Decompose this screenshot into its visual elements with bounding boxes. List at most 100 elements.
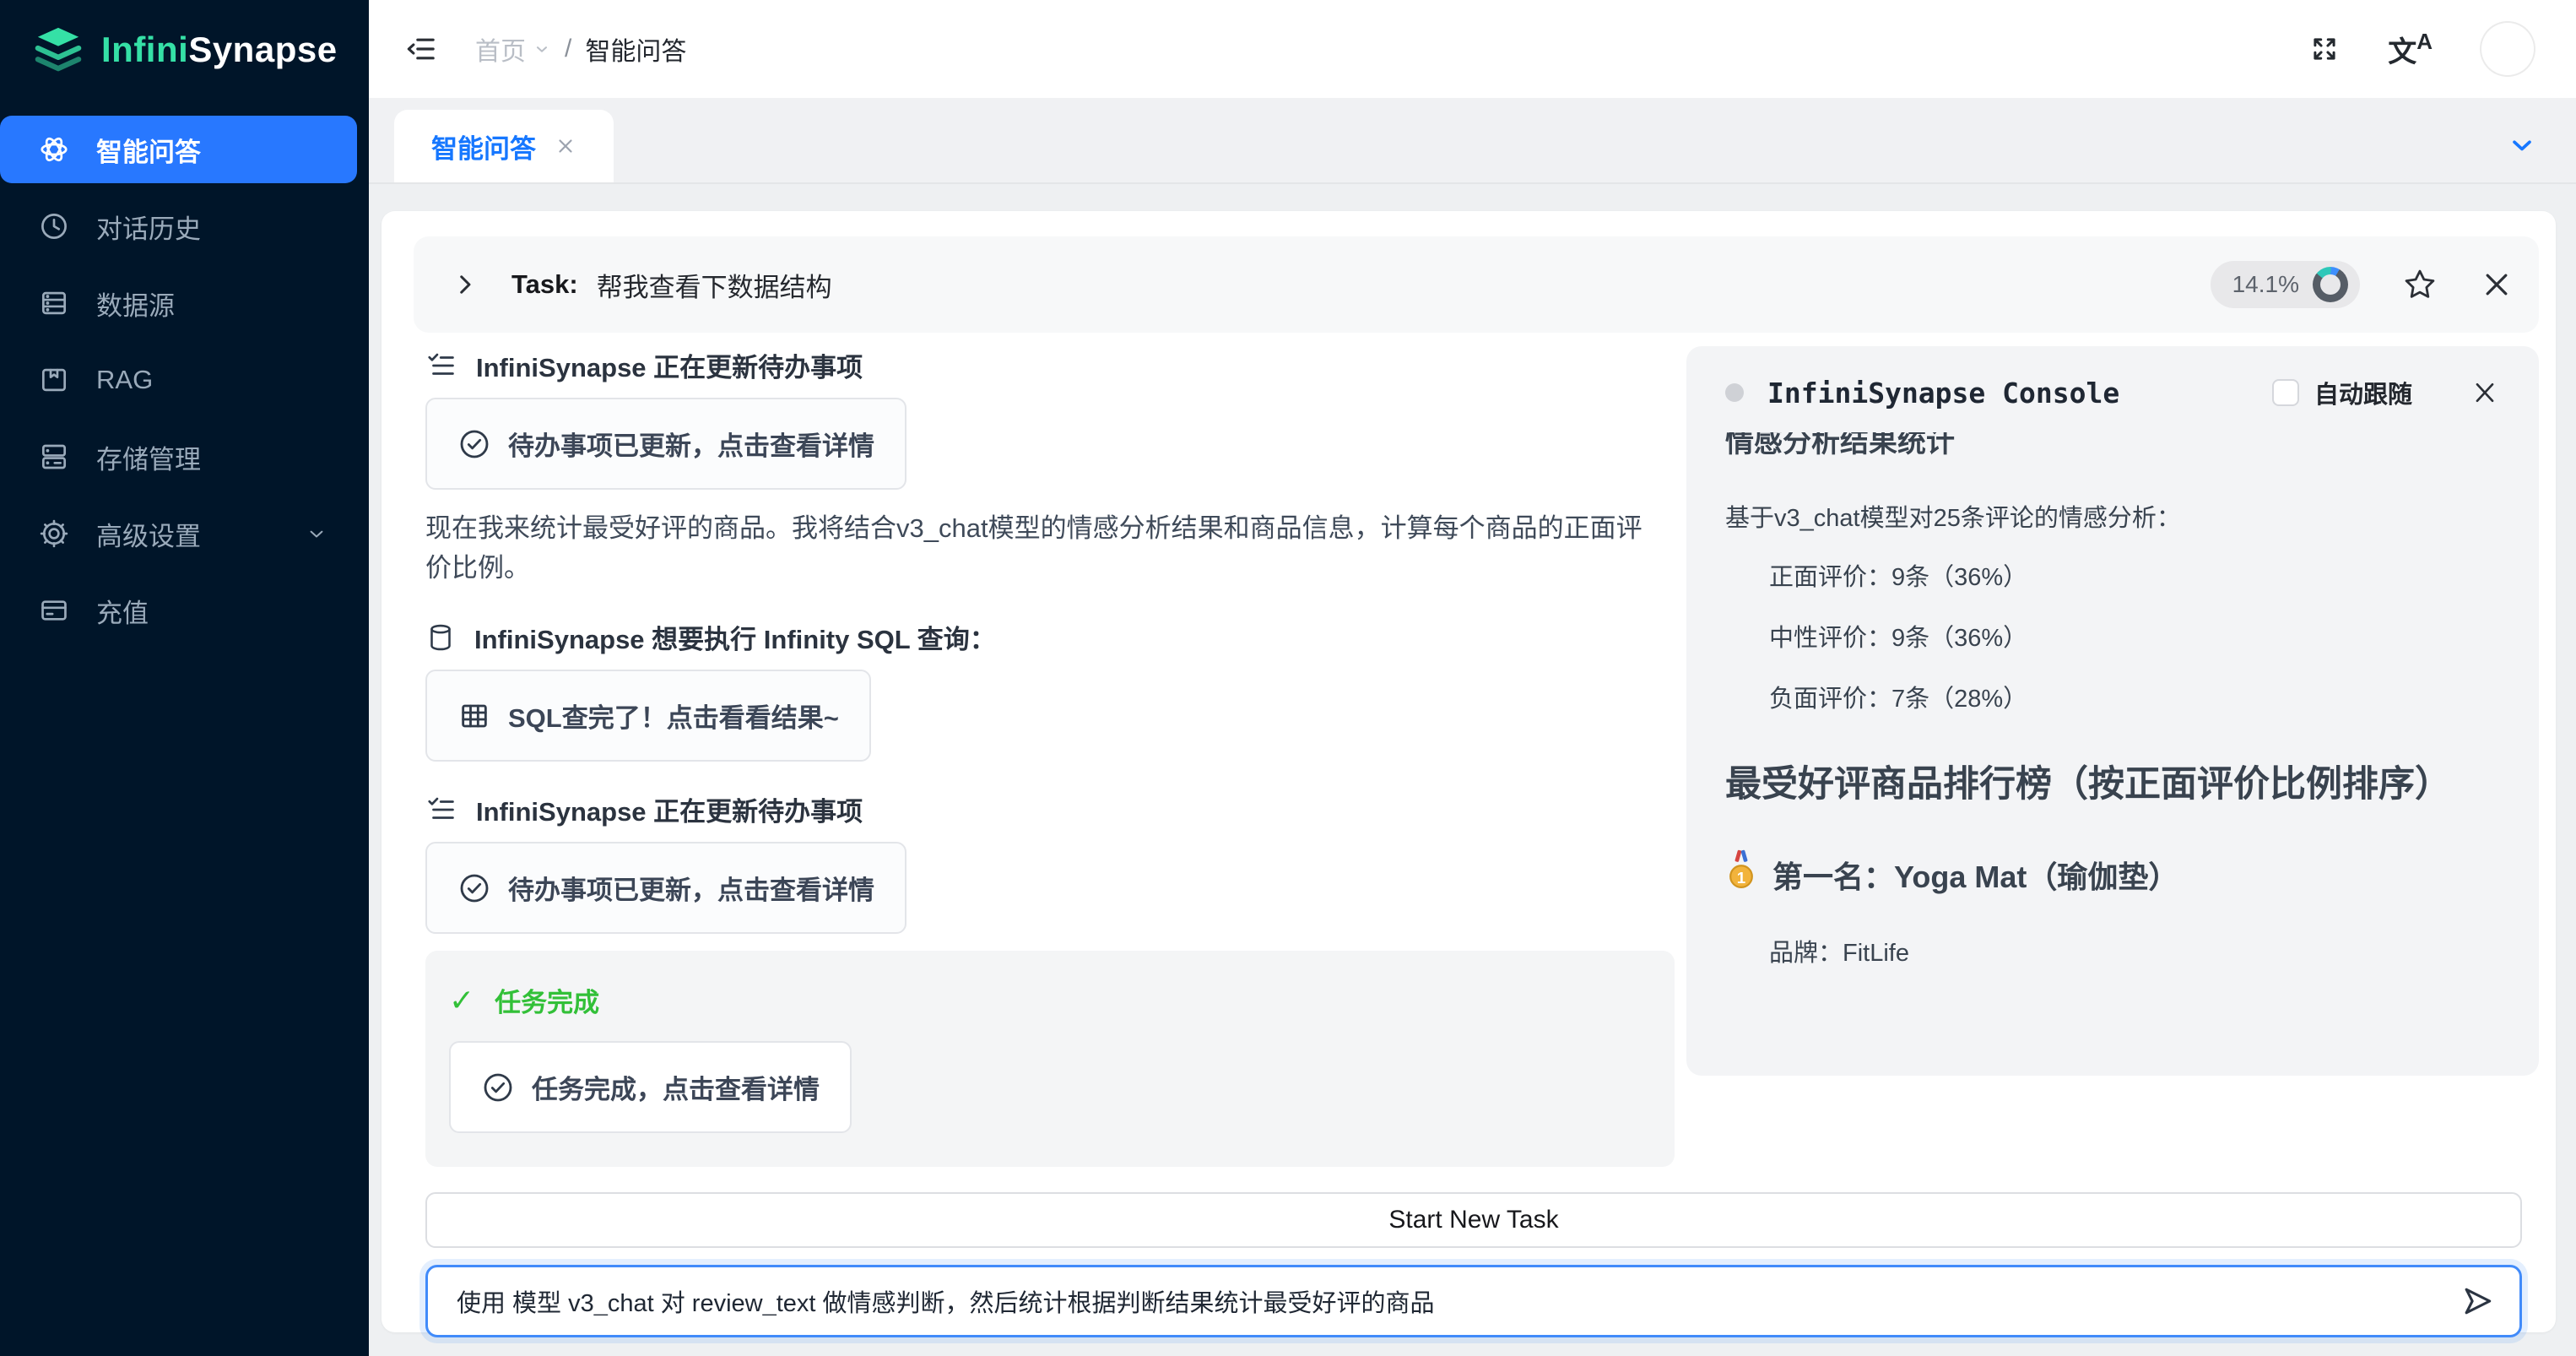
task-expand-caret-icon[interactable]: [451, 270, 479, 299]
breadcrumb-separator: /: [565, 35, 571, 63]
ranking-heading: 最受好评商品排行榜（按正面评价比例排序）: [1725, 760, 2500, 809]
chat-step-todo-1: InfiniSynapse 正在更新待办事项: [425, 346, 1675, 384]
todo-updated-button-1[interactable]: 待办事项已更新，点击查看详情: [425, 398, 906, 490]
clipped-heading-wrap: 情感分析结果统计: [1725, 432, 2500, 469]
console-close-icon[interactable]: [2470, 377, 2500, 408]
chat-step-sql: InfiniSynapse 想要执行 Infinity SQL 查询：: [425, 618, 1675, 656]
breadcrumb: 首页 / 智能问答: [475, 30, 686, 68]
task-title: 帮我查看下数据结构: [597, 266, 832, 304]
sidebar-item-label: RAG: [96, 365, 153, 395]
chat-step-text: InfiniSynapse 想要执行 Infinity SQL 查询：: [474, 618, 996, 656]
sidebar-item-label: 存储管理: [96, 438, 201, 476]
green-check-icon: ✓: [449, 983, 474, 1018]
auto-follow-toggle[interactable]: 自动跟随: [2272, 375, 2412, 410]
card-icon: [37, 594, 71, 627]
task-progress-value: 14.1%: [2232, 271, 2299, 298]
task-complete-label: 任务完成: [495, 981, 599, 1019]
brand-line: 品牌：FitLife: [1725, 933, 2500, 968]
progress-donut-icon: [2313, 267, 2348, 302]
chevron-down-icon: [305, 522, 328, 545]
tab-bar: 智能问答: [369, 98, 2576, 184]
start-new-task-button[interactable]: Start New Task: [425, 1192, 2522, 1248]
ai-chat-icon: [37, 133, 71, 166]
sidebar-item-label: 高级设置: [96, 515, 201, 553]
table-icon: [457, 699, 491, 733]
todo-updated-button-2[interactable]: 待办事项已更新，点击查看详情: [425, 842, 906, 934]
gear-icon: [37, 517, 71, 551]
gold-medal-icon: 1: [1725, 849, 1757, 899]
chat-step-text: InfiniSynapse 正在更新待办事项: [476, 790, 863, 828]
checklist-icon: [425, 794, 457, 826]
chevron-down-icon: [533, 40, 551, 58]
task-complete-detail-button[interactable]: 任务完成，点击查看详情: [449, 1041, 852, 1133]
sidebar: InfiniSynapse 智能问答 对话历史: [0, 0, 369, 1356]
avatar[interactable]: [2480, 21, 2535, 77]
sidebar-item-settings[interactable]: 高级设置: [0, 500, 357, 567]
send-icon[interactable]: [2459, 1283, 2496, 1320]
app-root: InfiniSynapse 智能问答 对话历史: [0, 0, 2576, 1356]
checklist-icon: [425, 350, 457, 382]
console-header: InfiniSynapse Console 自动跟随: [1725, 375, 2500, 410]
breadcrumb-current: 智能问答: [585, 30, 686, 68]
sidebar-item-label: 对话历史: [96, 208, 201, 246]
content-area: Task: 帮我查看下数据结构 14.1%: [369, 184, 2576, 1356]
sidebar-item-rag[interactable]: RAG: [0, 346, 357, 414]
sidebar-item-history[interactable]: 对话历史: [0, 193, 357, 260]
auto-follow-checkbox[interactable]: [2272, 379, 2299, 406]
sentiment-stats-heading: 情感分析结果统计: [1725, 432, 2500, 460]
topbar: 首页 / 智能问答 文A: [369, 0, 2576, 98]
status-dot-icon: [1725, 383, 1744, 402]
sidebar-item-recharge[interactable]: 充值: [0, 577, 357, 644]
sidebar-collapse-icon[interactable]: [404, 32, 438, 66]
chat-transcript: InfiniSynapse 正在更新待办事项 待办事项已更新，点击查看详情 现在…: [414, 346, 1675, 1167]
assistant-message: 现在我来统计最受好评的商品。我将结合v3_chat模型的情感分析结果和商品信息，…: [425, 508, 1658, 588]
chat-step-text: InfiniSynapse 正在更新待办事项: [476, 346, 863, 384]
clock-icon: [37, 209, 71, 243]
chat-step-todo-2: InfiniSynapse 正在更新待办事项: [425, 790, 1675, 828]
auto-follow-label: 自动跟随: [2314, 375, 2412, 410]
sidebar-item-label: 智能问答: [96, 131, 201, 169]
sidebar-item-label: 数据源: [96, 285, 175, 323]
breadcrumb-home[interactable]: 首页: [475, 30, 551, 68]
sidebar-item-ai-chat[interactable]: 智能问答: [0, 116, 357, 183]
tab-ai-chat[interactable]: 智能问答: [394, 110, 614, 182]
tab-label: 智能问答: [431, 127, 536, 165]
package-icon: [37, 363, 71, 397]
sidebar-item-datasource[interactable]: 数据源: [0, 269, 357, 337]
translate-icon[interactable]: 文A: [2388, 29, 2433, 70]
task-progress-badge: 14.1%: [2211, 261, 2360, 308]
storage-icon: [37, 440, 71, 474]
task-complete-block: ✓ 任务完成 任务完成，点击查看详情: [425, 951, 1675, 1167]
sentiment-intro: 基于v3_chat模型对25条评论的情感分析：: [1725, 498, 2500, 534]
check-circle-icon: [457, 427, 491, 461]
console-output: 情感分析结果统计 基于v3_chat模型对25条评论的情感分析： 正面评价：9条…: [1725, 432, 2500, 968]
task-label: Task:: [511, 269, 578, 300]
work-row: InfiniSynapse 正在更新待办事项 待办事项已更新，点击查看详情 现在…: [414, 346, 2539, 1167]
check-circle-icon: [457, 871, 491, 905]
fullscreen-icon[interactable]: [2308, 33, 2341, 65]
message-input[interactable]: [457, 1288, 2442, 1315]
sidebar-menu: 智能问答 对话历史 数据源 RAG: [0, 100, 369, 644]
message-input-wrap: [425, 1265, 2522, 1337]
console-panel: InfiniSynapse Console 自动跟随 情感分析结: [1686, 346, 2539, 1076]
check-circle-icon: [481, 1071, 515, 1104]
logo-icon: [34, 24, 83, 77]
task-close-icon[interactable]: [2480, 268, 2514, 301]
task-header: Task: 帮我查看下数据结构 14.1%: [414, 236, 2539, 333]
logo-text: InfiniSynapse: [101, 30, 338, 70]
chat-card: Task: 帮我查看下数据结构 14.1%: [382, 211, 2556, 1332]
logo: InfiniSynapse: [0, 0, 369, 100]
stat-positive: 正面评价：9条（36%）: [1769, 557, 2500, 593]
sidebar-item-storage[interactable]: 存储管理: [0, 423, 357, 491]
console-title: InfiniSynapse Console: [1767, 377, 2119, 410]
sentiment-list: 正面评价：9条（36%） 中性评价：9条（36%） 负面评价：7条（28%）: [1725, 557, 2500, 714]
tab-close-icon[interactable]: [555, 135, 576, 157]
topbar-actions: 文A: [2308, 21, 2535, 77]
sidebar-item-label: 充值: [96, 592, 149, 630]
svg-text:1: 1: [1737, 869, 1745, 887]
favorite-star-icon[interactable]: [2402, 267, 2438, 302]
sql-result-button[interactable]: SQL查完了！点击看看结果~: [425, 670, 871, 762]
tabbar-chevron-down-icon[interactable]: [2507, 130, 2537, 160]
database-icon: [37, 286, 71, 320]
task-complete-status: ✓ 任务完成: [449, 981, 1641, 1019]
